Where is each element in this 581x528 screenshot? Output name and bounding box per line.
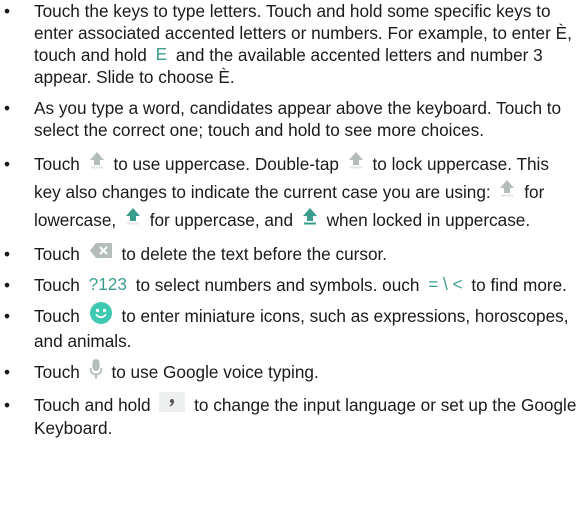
item-text: to find more. xyxy=(471,275,567,295)
bullet: • xyxy=(4,244,11,264)
bullet: • xyxy=(4,306,11,326)
bullet: • xyxy=(4,275,11,295)
list-item-voice: • Touch to use Google voice typing. xyxy=(0,358,581,385)
item-text: to select numbers and symbols. ouch xyxy=(135,275,420,295)
item-text: to use Google voice typing. xyxy=(111,362,319,382)
list-item-uppercase: • Touch to use uppercase. Double-tap to … xyxy=(0,150,581,234)
caps-lock-icon xyxy=(302,205,318,233)
bullet: • xyxy=(4,394,11,415)
item-text: Touch and hold xyxy=(34,394,151,415)
shift-arrow-icon xyxy=(89,149,105,177)
item-text: when locked in uppercase. xyxy=(326,210,531,230)
shift-arrow-icon xyxy=(348,149,364,177)
item-text: to enter miniature icons, such as expres… xyxy=(34,306,569,351)
list-item-accented-letters: • Touch the keys to type letters. Touch … xyxy=(0,0,581,88)
bullet: • xyxy=(4,1,11,21)
list-item-symbols: • Touch ?123 to select numbers and symbo… xyxy=(0,274,581,296)
e-key-icon: E xyxy=(155,44,168,65)
item-text: Touch xyxy=(34,154,80,174)
item-text: As you type a word, candidates appear ab… xyxy=(34,98,562,140)
item-text: to use uppercase. Double-tap xyxy=(113,154,339,174)
symbols-key-icon: = \ < xyxy=(428,274,463,295)
instruction-list: • Touch the keys to type letters. Touch … xyxy=(0,0,581,439)
bullet: • xyxy=(4,154,11,174)
item-text: to delete the text before the cursor. xyxy=(121,244,388,264)
list-item-language: • Touch and hold to change the input lan… xyxy=(0,391,581,439)
shift-arrow-icon xyxy=(499,177,515,205)
shift-arrow-icon xyxy=(125,205,141,233)
list-item-emoji: • Touch to enter miniature icons, such a… xyxy=(0,302,581,352)
microphone-icon xyxy=(89,358,103,385)
backspace-icon xyxy=(89,242,113,264)
item-text: for uppercase, and xyxy=(149,210,294,230)
comma-settings-icon xyxy=(159,391,186,417)
item-text: Touch xyxy=(34,275,80,295)
item-text: Touch xyxy=(34,306,80,327)
bullet: • xyxy=(4,98,11,118)
list-item-candidates: • As you type a word, candidates appear … xyxy=(0,97,581,141)
item-text: Touch xyxy=(34,362,80,382)
emoji-icon xyxy=(89,301,113,330)
list-item-delete: • Touch to delete the text before the cu… xyxy=(0,243,581,265)
item-text: Touch xyxy=(34,244,80,264)
bullet: • xyxy=(4,362,11,382)
numbers-key-icon: ?123 xyxy=(88,274,127,295)
